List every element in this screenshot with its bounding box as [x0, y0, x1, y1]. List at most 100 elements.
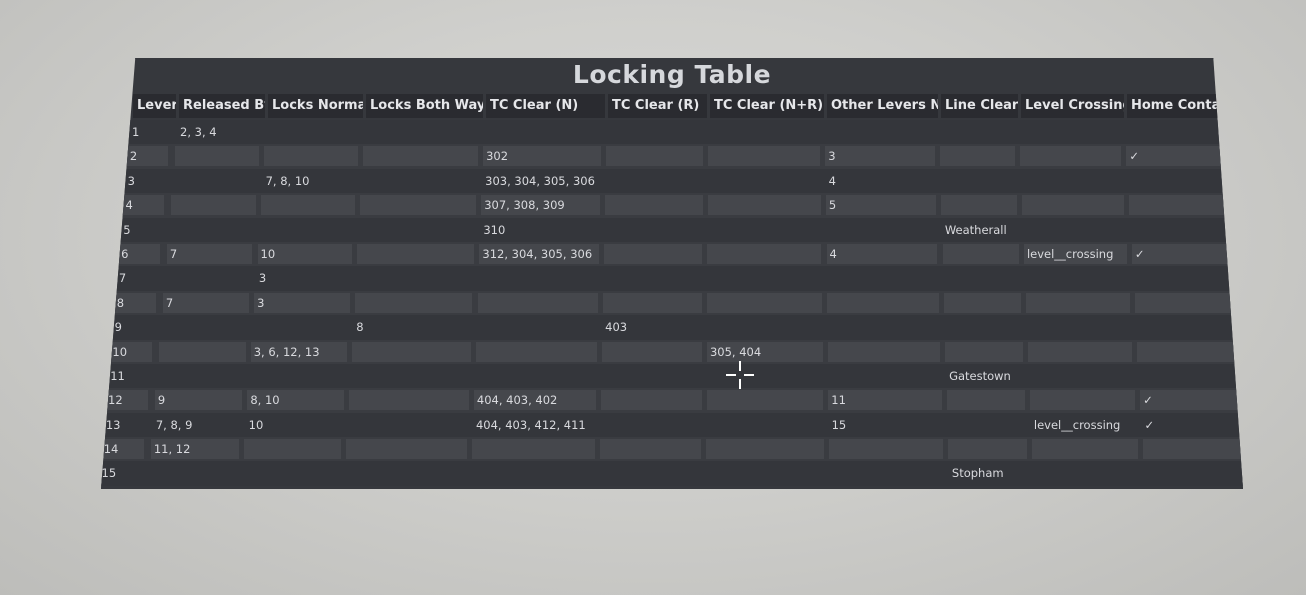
- cell-other-levers-n: 5: [825, 195, 937, 216]
- cell-released-by: [165, 268, 251, 288]
- header-tc-clear-nr: TC Clear (N+R): [710, 94, 824, 118]
- cell-line-clear: [939, 146, 1015, 167]
- cell-line-clear: [939, 122, 1014, 142]
- cell-home-contact: [1137, 341, 1235, 362]
- header-locks-both-ways: Locks Both Ways: [366, 94, 483, 118]
- cell-tc-clear-n: 303, 304, 305, 306: [485, 173, 595, 188]
- table-row: 2 302 3 ✓: [101, 144, 1243, 169]
- cell-locks-both-ways: [346, 439, 467, 460]
- cell-lever: 2: [126, 146, 168, 167]
- cell-line-clear: [940, 171, 1016, 191]
- cell-locks-both-ways: [351, 341, 471, 362]
- table-row: 11 Gatestown: [101, 363, 1243, 389]
- cell-tc-clear-n: [478, 268, 598, 288]
- cell-other-levers-n: 4: [828, 173, 836, 188]
- cell-other-levers-n: [827, 268, 938, 288]
- cell-tc-clear-r: [600, 415, 701, 435]
- cell-lever: 3: [127, 173, 135, 188]
- cell-home-contact: [1130, 220, 1225, 240]
- cell-lever: 12: [105, 390, 148, 411]
- cell-tc-clear-n: [477, 292, 598, 313]
- cell-tc-clear-nr: [708, 171, 821, 191]
- cell-home-contact: [1136, 317, 1233, 337]
- cell-locks-normal: [259, 220, 353, 240]
- cell-locks-normal: [249, 366, 345, 386]
- header-tc-clear-n: TC Clear (N): [486, 94, 605, 118]
- header-tc-clear-r: TC Clear (R): [608, 94, 707, 118]
- cell-locks-normal: [242, 463, 340, 483]
- cell-released-by: 11, 12: [150, 439, 239, 460]
- cell-lever: 8: [113, 292, 156, 313]
- cell-level-crossing: [1033, 463, 1139, 483]
- cell-tc-clear-n: [472, 439, 595, 460]
- cell-tc-clear-n: [475, 366, 596, 386]
- cell-tc-clear-n: [477, 317, 597, 337]
- cell-line-clear: Stopham: [951, 466, 1004, 481]
- cell-other-levers-n: [827, 317, 939, 337]
- cell-other-levers-n: [827, 292, 939, 313]
- cell-other-levers-n: [828, 366, 941, 386]
- cell-tc-clear-nr: 305, 404: [706, 341, 823, 362]
- cell-lever: 1: [132, 125, 140, 139]
- cell-tc-clear-nr: [707, 243, 822, 264]
- table-row: 14 11, 12: [101, 437, 1243, 462]
- cell-lever: 7: [118, 271, 127, 286]
- cell-home-contact: [1142, 439, 1242, 460]
- cell-locks-normal: 3: [254, 292, 350, 313]
- cell-line-clear: [945, 317, 1022, 337]
- cell-tc-clear-n: [475, 341, 597, 362]
- cell-other-levers-n: 11: [828, 390, 942, 411]
- cell-tc-clear-r: [604, 195, 703, 216]
- table-row: 5 310 Weatherall: [101, 217, 1243, 242]
- cell-line-clear: [947, 415, 1025, 435]
- cell-tc-clear-nr: [707, 317, 822, 337]
- cell-tc-clear-nr: [707, 268, 821, 288]
- cell-locks-normal: [252, 317, 348, 337]
- cell-locks-both-ways: 8: [356, 320, 364, 335]
- table-row: 10 3, 6, 12, 13 305, 404: [101, 339, 1243, 364]
- table-row: 6 7 10 312, 304, 305, 306 4 level__crossing ✓: [101, 241, 1243, 267]
- cell-released-by: [174, 146, 260, 167]
- cell-locks-both-ways: [348, 415, 468, 435]
- cell-line-clear: [942, 243, 1019, 264]
- cell-tc-clear-n: 302: [483, 146, 601, 167]
- header-other-levers-n: Other Levers N: [827, 94, 938, 118]
- cell-line-clear: [941, 195, 1017, 216]
- cell-tc-clear-r: [601, 366, 702, 386]
- cell-lever: 9: [114, 320, 122, 335]
- cell-released-by: 7: [162, 292, 250, 313]
- header-locks-normal: Locks Normal: [268, 94, 363, 118]
- cell-released-by: [157, 366, 244, 386]
- cell-level-crossing: [1029, 366, 1134, 386]
- cell-level-crossing: [1021, 171, 1123, 191]
- cell-home-contact: ✓: [1140, 390, 1238, 411]
- cell-tc-clear-nr: [707, 366, 823, 386]
- cell-tc-clear-r: [600, 390, 702, 411]
- cell-home-contact: [1139, 366, 1236, 386]
- cell-released-by: [169, 220, 254, 240]
- cell-released-by: 7, 8, 9: [155, 417, 193, 432]
- cell-locks-both-ways: [357, 243, 475, 264]
- table-header-row: Lever Released By Locks Normal Locks Both W…: [133, 94, 1226, 118]
- table-title: Locking Table: [572, 60, 772, 89]
- cell-tc-clear-nr: [706, 463, 824, 483]
- cell-tc-clear-nr: [707, 146, 821, 167]
- cell-lever: 10: [109, 341, 152, 362]
- cell-level-crossing: [1027, 341, 1133, 362]
- cell-lever: 6: [118, 243, 160, 264]
- table-row: 73: [101, 266, 1243, 291]
- cell-lever: 13: [105, 417, 121, 432]
- table-body: 1 2, 3, 4 2 302 3 ✓ 3 7, 8, 10 303, 304, 305, 30…: [101, 120, 1243, 486]
- cell-home-contact: ✓: [1126, 146, 1221, 167]
- cell-home-contact: [1134, 292, 1231, 313]
- cell-tc-clear-r: [605, 171, 703, 191]
- cell-level-crossing: [1023, 220, 1125, 240]
- cell-level-crossing: level__crossing: [1033, 417, 1121, 432]
- cell-tc-clear-r: [603, 243, 703, 264]
- table-row: 15 Stopham: [101, 461, 1243, 486]
- header-home-contact: Home Contact: [1127, 94, 1223, 118]
- cell-line-clear: [946, 390, 1025, 411]
- cell-level-crossing: [1025, 292, 1130, 313]
- cell-released-by: 7: [166, 243, 253, 264]
- header-level-crossing: Level Crossing: [1021, 94, 1124, 118]
